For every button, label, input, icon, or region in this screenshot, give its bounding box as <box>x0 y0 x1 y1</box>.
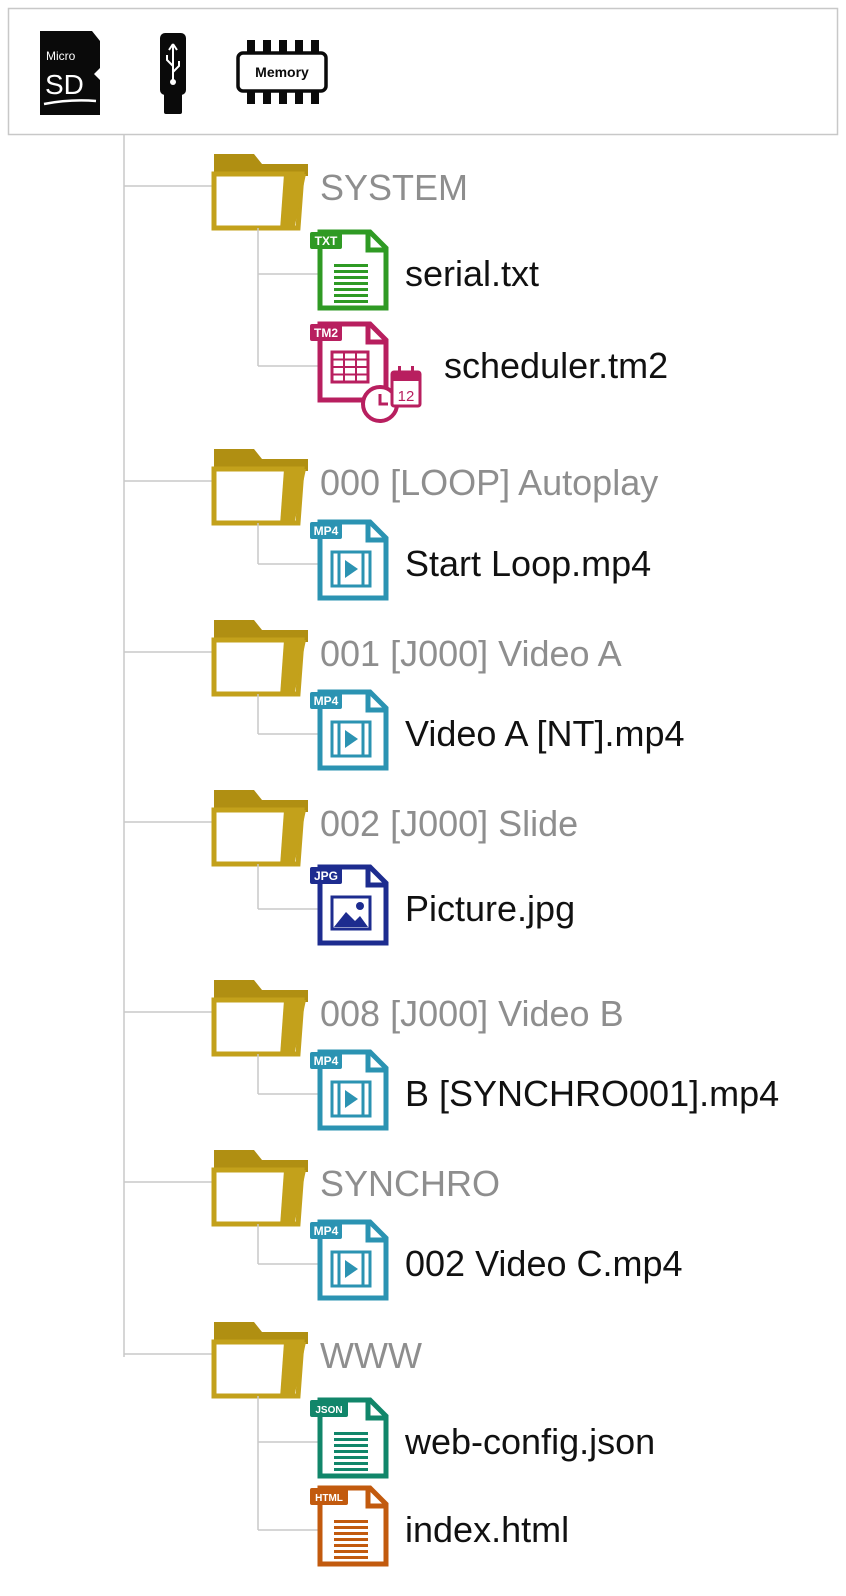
microsd-main-text: SD <box>45 69 84 100</box>
file-node: TXT <box>258 229 389 311</box>
file-label: 002 Video C.mp4 <box>405 1243 683 1284</box>
memory-chip-text: Memory <box>255 64 309 80</box>
folder-icon <box>211 620 308 697</box>
file-label: B [SYNCHRO001].mp4 <box>405 1073 780 1114</box>
folder-icon <box>211 154 308 231</box>
json-file-icon: JSON <box>310 1397 389 1479</box>
tm2-file-icon: TM2 12 <box>310 321 422 423</box>
memory-chip-icon: Memory <box>236 40 328 104</box>
storage-bar-frame <box>7 7 839 136</box>
folder-icon <box>211 790 308 867</box>
microsd-top-text: Micro <box>46 49 76 63</box>
file-node: MP4 <box>258 1049 389 1131</box>
mp4-file-icon: MP4 <box>310 1219 389 1301</box>
mp4-file-icon: MP4 <box>310 689 389 771</box>
folder-label: 001 [J000] Video A <box>320 633 622 674</box>
file-label: serial.txt <box>405 253 540 294</box>
file-type-badge: JPG <box>314 869 338 883</box>
file-node: MP4 <box>258 689 389 771</box>
txt-file-icon: TXT <box>310 229 389 311</box>
file-tree-canvas: Micro SD Memory TXT TM2 12 MP4 MP4 JPG MP4 MP4 JSON… <box>7 7 839 1567</box>
calendar-day: 12 <box>398 388 415 405</box>
folder-icon <box>211 449 308 526</box>
file-label: Video A [NT].mp4 <box>405 713 685 754</box>
folder-icon <box>211 980 308 1057</box>
file-type-badge: TM2 <box>314 326 338 340</box>
storage-bar: Micro SD Memory <box>7 7 839 136</box>
file-type-badge: MP4 <box>314 1054 339 1068</box>
mp4-file-icon: MP4 <box>310 519 389 601</box>
file-type-badge: MP4 <box>314 1224 339 1238</box>
file-label: scheduler.tm2 <box>444 345 669 386</box>
jpg-file-icon: JPG <box>310 864 389 946</box>
file-node: JPG <box>258 864 389 946</box>
file-type-badge: JSON <box>315 1405 342 1416</box>
folder-label: SYNCHRO <box>320 1163 501 1204</box>
file-tree-diagram: Micro SD Memory TXT TM2 12 MP4 MP4 JPG MP4 MP4 JSON… <box>0 0 846 1591</box>
file-type-badge: TXT <box>315 234 338 248</box>
file-node: MP4 <box>258 519 389 601</box>
folder-icon <box>211 1150 308 1227</box>
file-label: Picture.jpg <box>405 888 576 929</box>
html-file-icon: HTML <box>310 1485 389 1567</box>
file-type-badge: MP4 <box>314 524 339 538</box>
folder-label: 008 [J000] Video B <box>320 993 624 1034</box>
file-label: index.html <box>405 1509 570 1550</box>
file-label: Start Loop.mp4 <box>405 543 652 584</box>
file-label: web-config.json <box>405 1421 656 1462</box>
file-type-badge: HTML <box>315 1493 343 1504</box>
file-node: HTML <box>258 1485 389 1567</box>
microsd-card-icon: Micro SD <box>40 31 100 115</box>
folder-label: WWW <box>320 1335 422 1376</box>
folder-label: SYSTEM <box>320 167 469 208</box>
file-node: TM2 12 <box>258 321 422 423</box>
file-node: JSON <box>258 1397 389 1479</box>
folder-icon <box>211 1322 308 1399</box>
folder-label: 000 [LOOP] Autoplay <box>320 462 659 503</box>
folder-label: 002 [J000] Slide <box>320 803 579 844</box>
file-node: MP4 <box>258 1219 389 1301</box>
file-type-badge: MP4 <box>314 694 339 708</box>
mp4-file-icon: MP4 <box>310 1049 389 1131</box>
